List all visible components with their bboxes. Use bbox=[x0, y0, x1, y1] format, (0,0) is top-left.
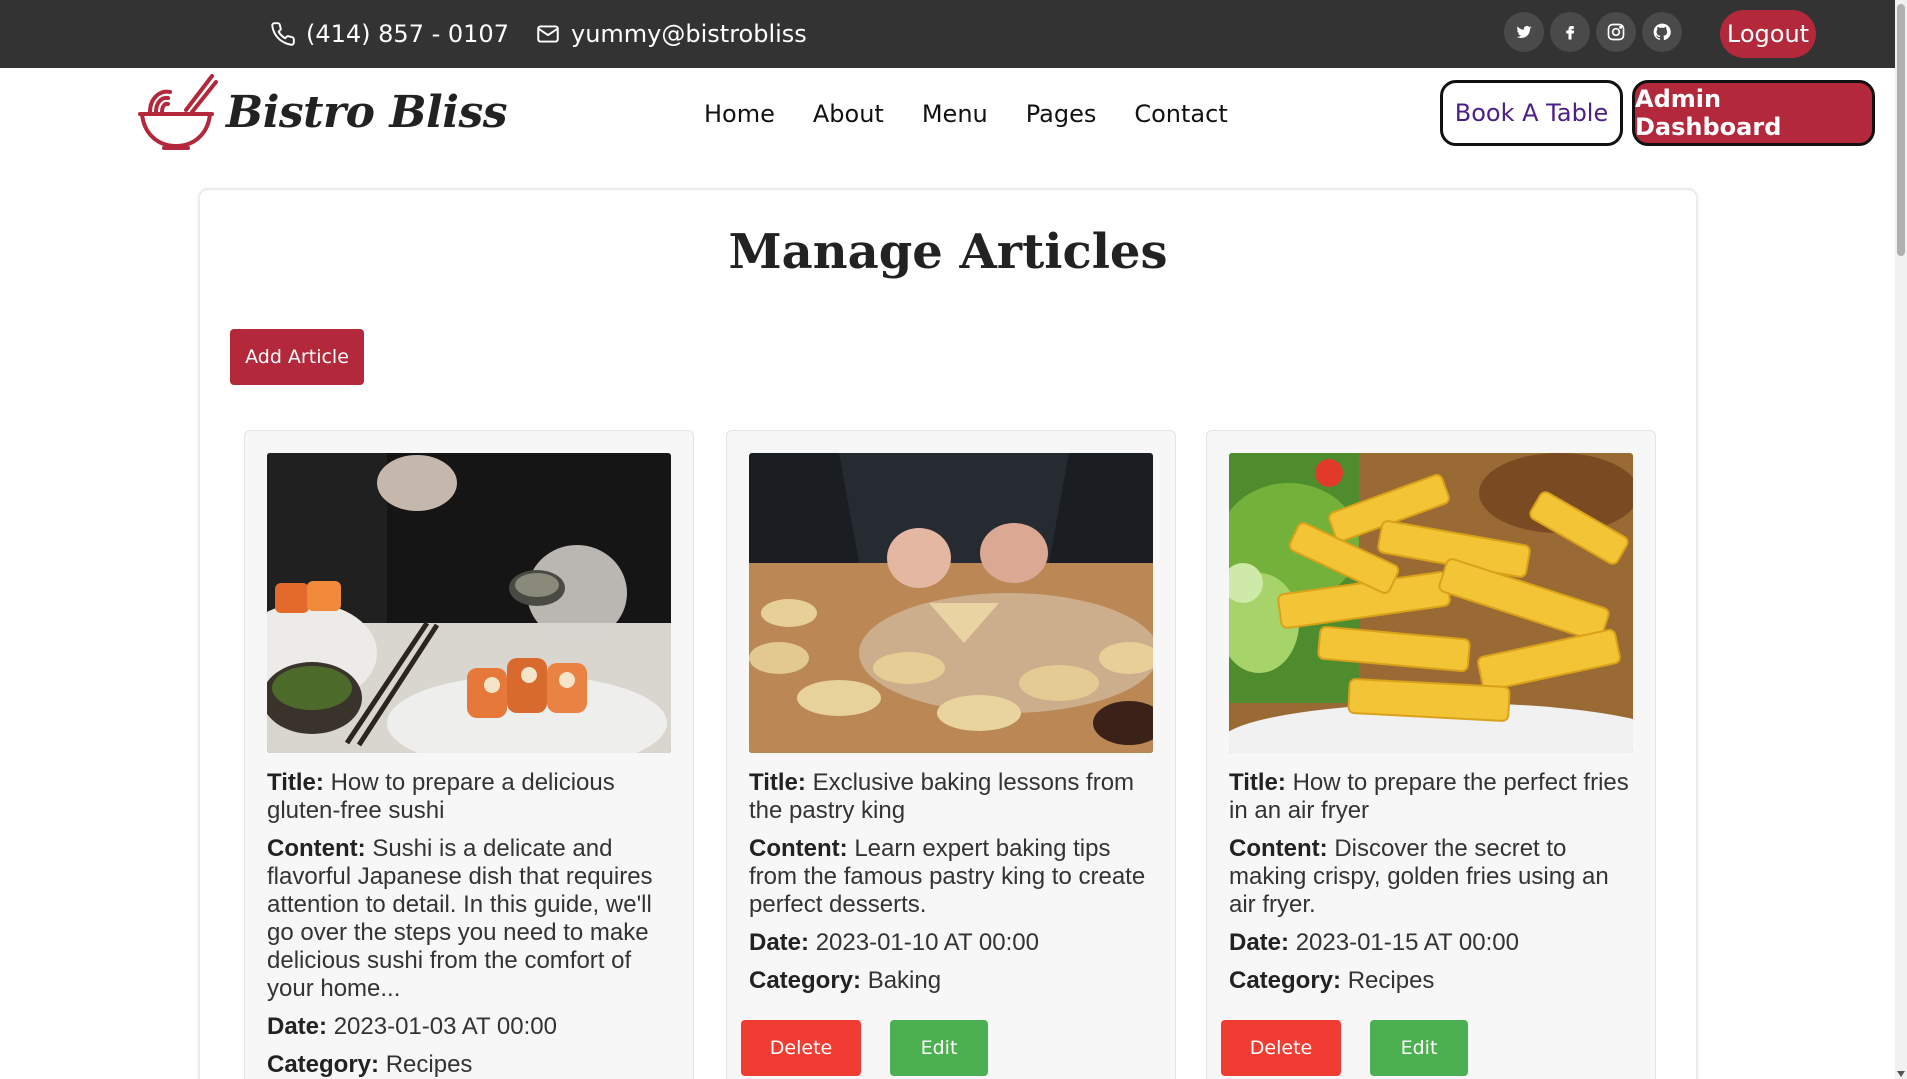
delete-button[interactable]: Delete bbox=[741, 1020, 861, 1076]
nav-about[interactable]: About bbox=[813, 100, 884, 128]
scrollbar-thumb[interactable] bbox=[1897, 4, 1905, 256]
category-label: Category: bbox=[1229, 967, 1342, 994]
facebook-icon[interactable] bbox=[1550, 12, 1590, 52]
article-info: Title: How to prepare a delicious gluten… bbox=[267, 769, 677, 1079]
edit-button[interactable]: Edit bbox=[890, 1020, 988, 1076]
top-bar: (414) 857 - 0107 yummy@bistrobliss Logou… bbox=[0, 0, 1895, 68]
title-label: Title: bbox=[267, 769, 324, 796]
add-article-button[interactable]: Add Article bbox=[230, 329, 364, 385]
admin-dashboard-button[interactable]: Admin Dashboard bbox=[1632, 80, 1875, 146]
date-label: Date: bbox=[267, 1013, 328, 1040]
article-image-sushi bbox=[267, 453, 671, 753]
phone-icon bbox=[271, 22, 295, 46]
article-title: Exclusive baking lessons from the pastry… bbox=[749, 769, 1135, 824]
github-icon[interactable] bbox=[1642, 12, 1682, 52]
article-category: Recipes bbox=[1347, 967, 1435, 994]
content-label: Content: bbox=[267, 835, 366, 862]
nav-home[interactable]: Home bbox=[704, 100, 775, 128]
content-label: Content: bbox=[749, 835, 848, 862]
article-image-baking bbox=[749, 453, 1153, 753]
instagram-icon[interactable] bbox=[1596, 12, 1636, 52]
page-scrollbar[interactable] bbox=[1895, 0, 1907, 1079]
article-card: Title: How to prepare the perfect fries … bbox=[1206, 430, 1656, 1079]
article-category: Baking bbox=[867, 967, 942, 994]
page-title: Manage Articles bbox=[728, 224, 1168, 280]
article-title: How to prepare the perfect fries in an a… bbox=[1229, 769, 1629, 824]
content-label: Content: bbox=[1229, 835, 1328, 862]
brand-logo[interactable]: Bistro Bliss bbox=[134, 68, 508, 156]
article-card: Title: Exclusive baking lessons from the… bbox=[726, 430, 1176, 1079]
nav-menu[interactable]: Menu bbox=[922, 100, 988, 128]
date-label: Date: bbox=[749, 929, 810, 956]
category-label: Category: bbox=[267, 1051, 380, 1078]
article-date: 2023-01-03 AT 00:00 bbox=[333, 1013, 557, 1040]
delete-button[interactable]: Delete bbox=[1221, 1020, 1341, 1076]
phone-contact: (414) 857 - 0107 bbox=[270, 0, 509, 68]
scroll-down-arrow-icon[interactable] bbox=[1897, 1071, 1905, 1077]
article-card: Title: How to prepare a delicious gluten… bbox=[244, 430, 694, 1079]
main-navbar: Bistro Bliss Home About Menu Pages Conta… bbox=[0, 68, 1895, 186]
mail-icon bbox=[537, 25, 559, 43]
book-table-button[interactable]: Book A Table bbox=[1440, 80, 1623, 146]
edit-button[interactable]: Edit bbox=[1370, 1020, 1468, 1076]
article-info: Title: How to prepare the perfect fries … bbox=[1229, 769, 1639, 1005]
article-image-fries bbox=[1229, 453, 1633, 753]
nav-contact[interactable]: Contact bbox=[1134, 100, 1227, 128]
article-date: 2023-01-10 AT 00:00 bbox=[815, 929, 1039, 956]
phone-number: (414) 857 - 0107 bbox=[306, 20, 509, 48]
title-label: Title: bbox=[1229, 769, 1286, 796]
bowl-logo-icon bbox=[138, 74, 218, 150]
article-date: 2023-01-15 AT 00:00 bbox=[1295, 929, 1519, 956]
logout-button[interactable]: Logout bbox=[1720, 10, 1816, 58]
email-contact: yummy@bistrobliss bbox=[535, 0, 807, 68]
nav-links: Home About Menu Pages Contact bbox=[704, 68, 1266, 160]
brand-name: Bistro Bliss bbox=[226, 86, 508, 138]
category-label: Category: bbox=[749, 967, 862, 994]
email-address: yummy@bistrobliss bbox=[571, 20, 807, 48]
twitter-icon[interactable] bbox=[1504, 12, 1544, 52]
title-label: Title: bbox=[749, 769, 806, 796]
article-category: Recipes bbox=[385, 1051, 473, 1078]
nav-pages[interactable]: Pages bbox=[1026, 100, 1097, 128]
manage-articles-panel: Manage Articles Add Article Title: How t… bbox=[198, 188, 1698, 1079]
date-label: Date: bbox=[1229, 929, 1290, 956]
social-links bbox=[1504, 12, 1682, 52]
article-info: Title: Exclusive baking lessons from the… bbox=[749, 769, 1159, 1005]
